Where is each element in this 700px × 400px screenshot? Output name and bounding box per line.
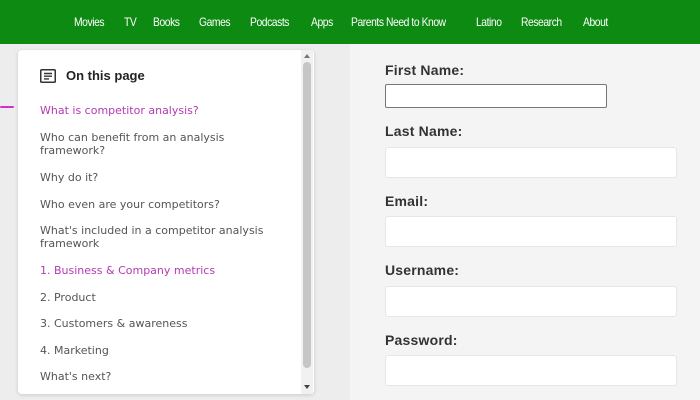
email-label: Email: (385, 193, 429, 209)
toc-item-business-company-metrics[interactable]: 1. Business & Company metrics (40, 264, 270, 277)
toc-item-marketing[interactable]: 4. Marketing (40, 344, 270, 357)
toc-item-customers-awareness[interactable]: 3. Customers & awareness (40, 317, 270, 330)
scroll-up-arrow-icon[interactable] (301, 51, 313, 61)
toc-item-whats-next[interactable]: What's next? (40, 370, 270, 383)
toc-item-why-do-it[interactable]: Why do it? (40, 171, 270, 184)
toc-scrollbar-thumb[interactable] (303, 62, 311, 368)
first-name-field[interactable] (385, 84, 607, 108)
first-name-label: First Name: (385, 62, 465, 78)
password-label: Password: (385, 332, 458, 348)
toc-item-what-is-competitor-analysis[interactable]: What is competitor analysis? (40, 104, 270, 117)
list-icon (40, 68, 56, 83)
table-of-contents: On this page What is competitor analysis… (18, 50, 314, 394)
nav-link-latino[interactable]: Latino (476, 15, 502, 29)
nav-link-books[interactable]: Books (153, 15, 180, 29)
top-navigation: Movies TV Books Games Podcasts Apps Pare… (0, 0, 700, 44)
toc-active-indicator (0, 106, 14, 108)
scroll-down-arrow-icon[interactable] (301, 382, 313, 392)
nav-link-games[interactable]: Games (199, 15, 231, 29)
toc-item-who-can-benefit[interactable]: Who can benefit from an analysis framewo… (40, 131, 270, 157)
email-field[interactable] (385, 216, 677, 247)
username-label: Username: (385, 262, 460, 278)
toc-item-product[interactable]: 2. Product (40, 291, 270, 304)
nav-link-parents-need-to-know[interactable]: Parents Need to Know (351, 15, 446, 29)
password-field[interactable] (385, 355, 677, 386)
nav-link-research[interactable]: Research (521, 15, 562, 29)
toc-item-who-are-competitors[interactable]: Who even are your competitors? (40, 198, 270, 211)
last-name-field[interactable] (385, 147, 677, 178)
nav-link-tv[interactable]: TV (124, 15, 137, 29)
toc-item-whats-included[interactable]: What's included in a competitor analysis… (40, 224, 270, 250)
toc-title: On this page (66, 68, 145, 83)
last-name-label: Last Name: (385, 123, 463, 139)
nav-link-podcasts[interactable]: Podcasts (250, 15, 289, 29)
username-field[interactable] (385, 286, 677, 317)
nav-link-apps[interactable]: Apps (311, 15, 333, 29)
nav-link-about[interactable]: About (583, 15, 608, 29)
nav-link-movies[interactable]: Movies (74, 15, 105, 29)
toc-header: On this page (40, 68, 145, 83)
